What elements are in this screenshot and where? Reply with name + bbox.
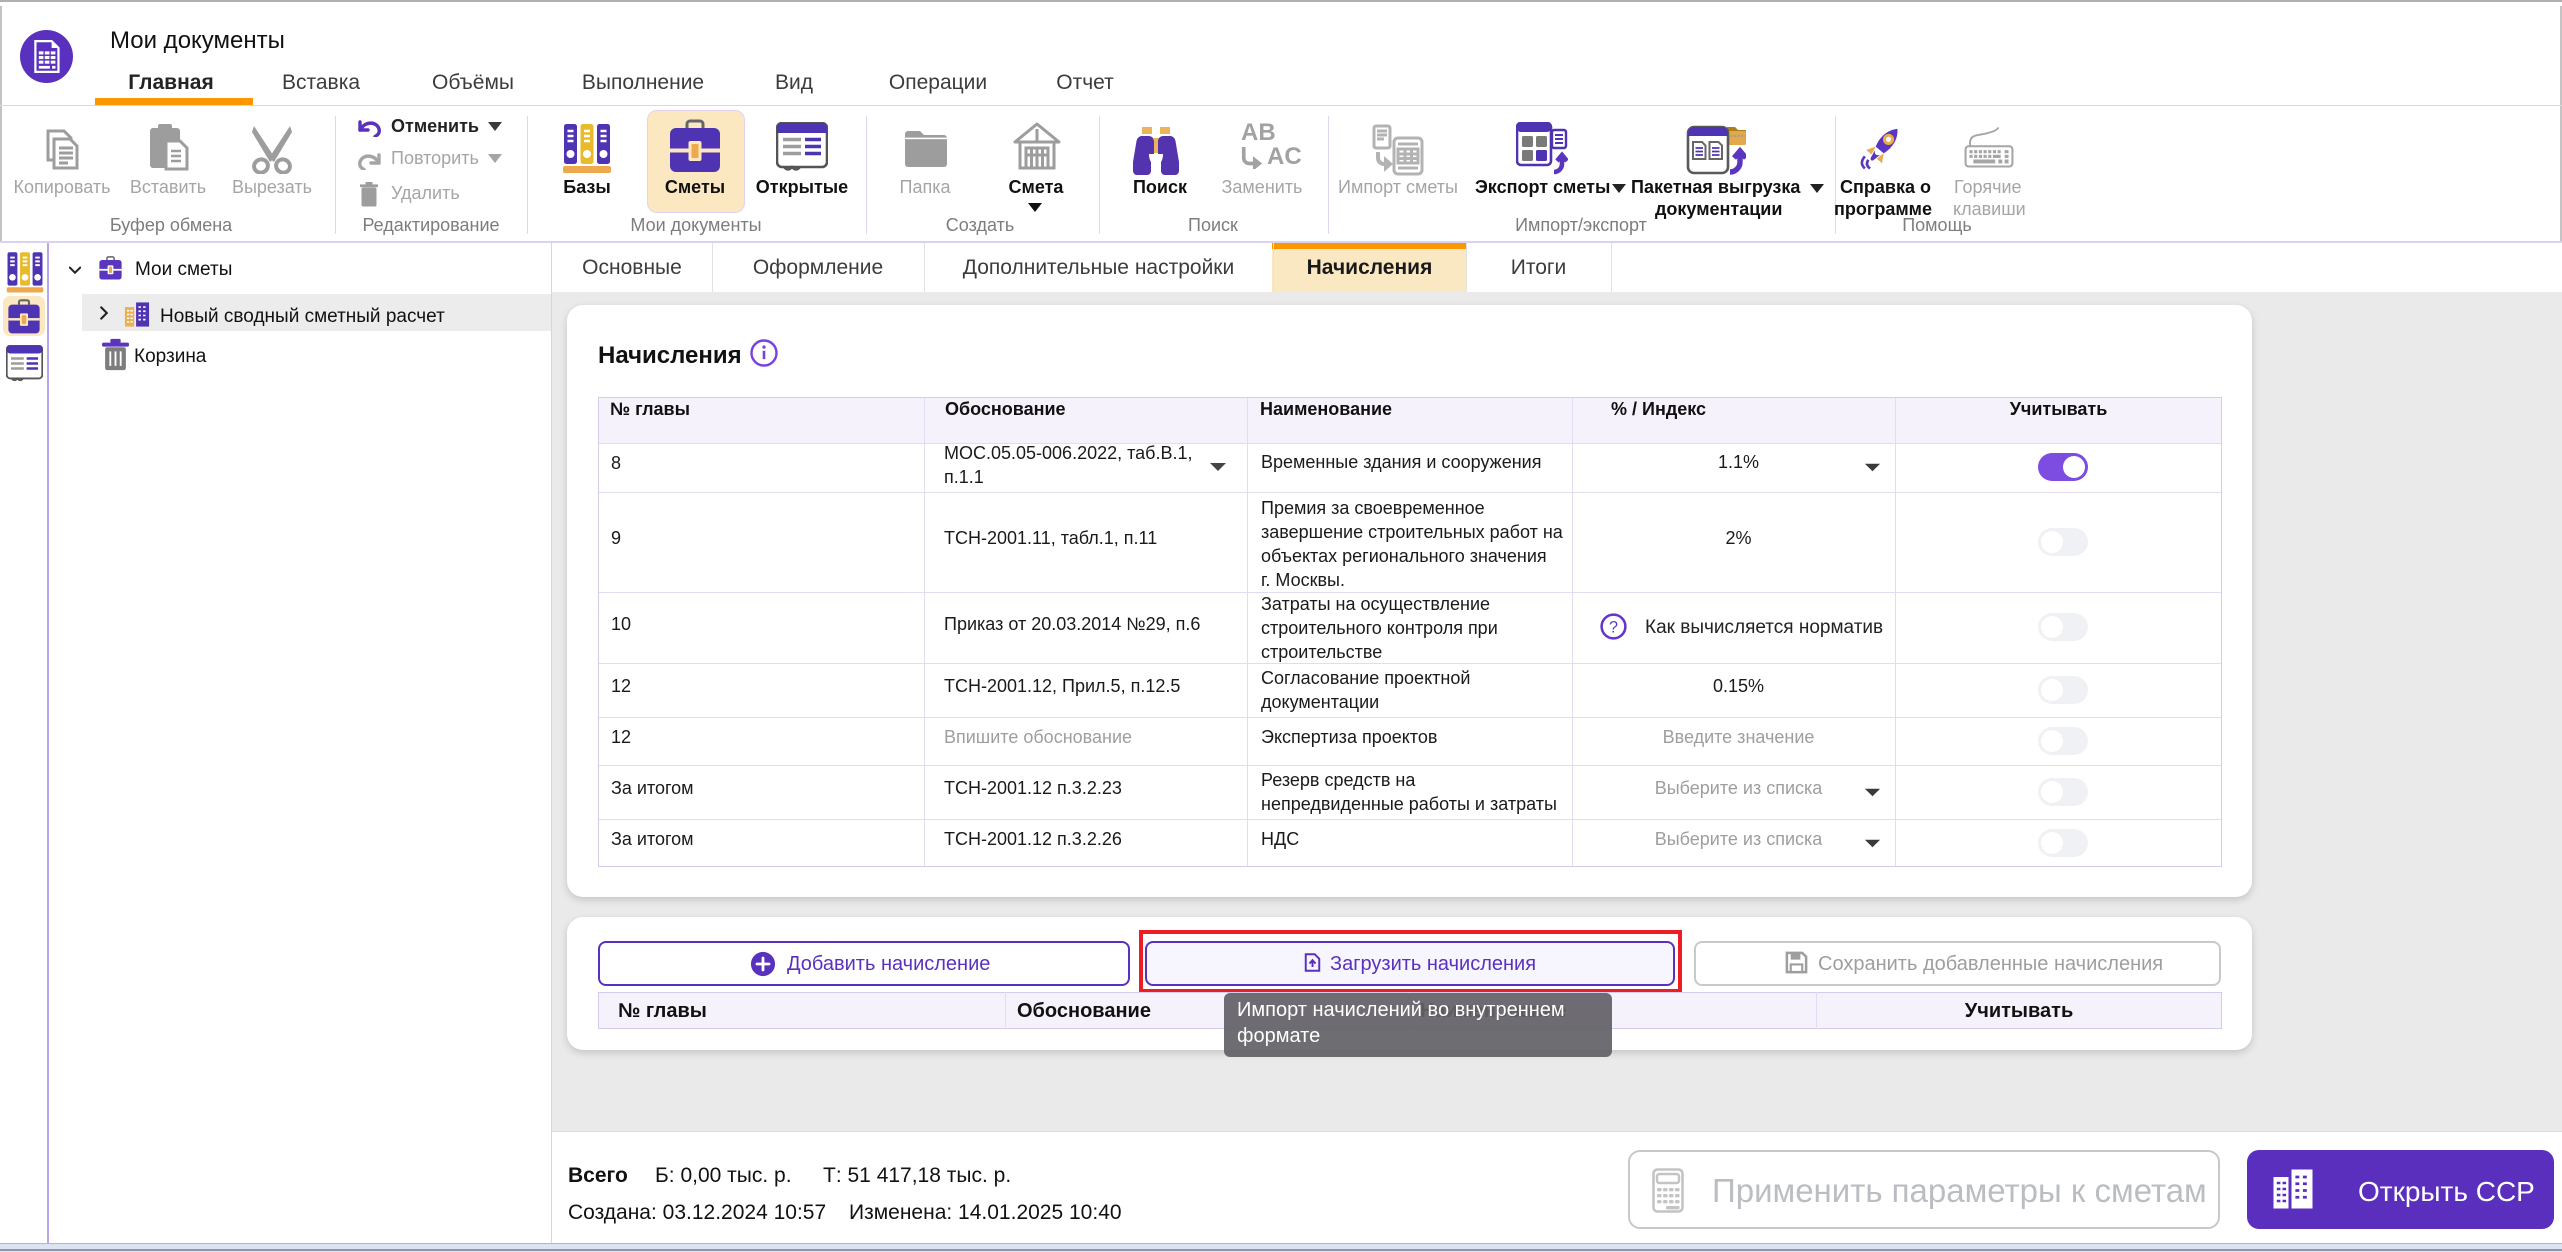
svg-text:?: ? bbox=[1609, 618, 1618, 636]
